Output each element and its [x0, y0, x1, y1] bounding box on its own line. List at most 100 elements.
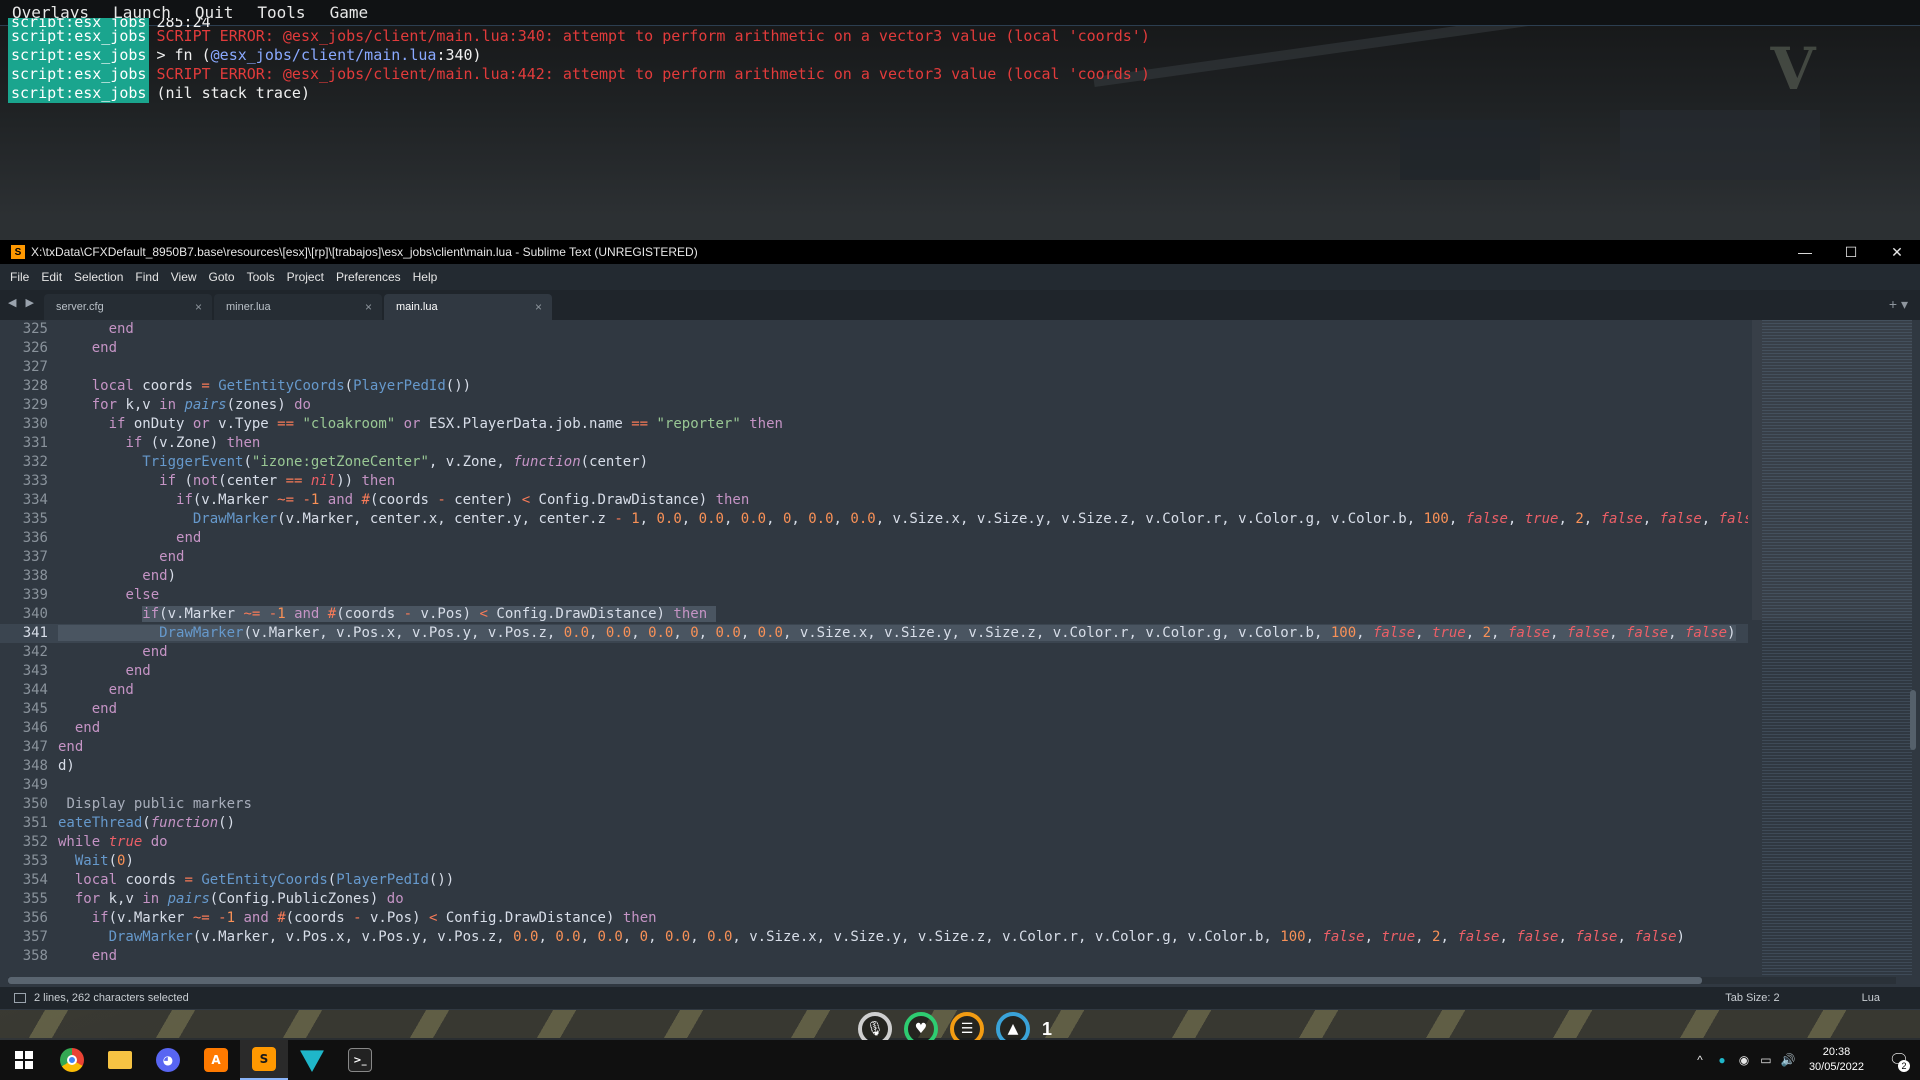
taskbar-file-explorer[interactable]: [96, 1040, 144, 1080]
menu-selection[interactable]: Selection: [68, 270, 129, 284]
window-title: X:\txData\CFXDefault_8950B7.base\resourc…: [31, 245, 698, 259]
console-tag: script:esx_jobs: [8, 46, 150, 65]
sublime-window: S X:\txData\CFXDefault_8950B7.base\resou…: [0, 240, 1920, 1010]
volume-icon[interactable]: 🔊: [1777, 1053, 1799, 1067]
code-line: end: [176, 530, 202, 546]
menu-edit[interactable]: Edit: [35, 270, 68, 284]
code-editor[interactable]: 325 326 327 328 329 330 331 332 333 334 335 336 337 3…: [0, 320, 1920, 977]
line-number: 344: [22, 682, 48, 698]
taskbar-chrome[interactable]: [48, 1040, 96, 1080]
console-line: script:esx_jobs (nil stack trace): [8, 84, 1708, 103]
taskbar-vpn[interactable]: [288, 1040, 336, 1080]
code-line: DrawMarker(v.Marker, center.x, center.y,…: [192, 511, 1748, 527]
tab-label: miner.lua: [226, 301, 271, 313]
console-trace-suffix: :340): [436, 46, 482, 64]
menu-goto[interactable]: Goto: [203, 270, 241, 284]
line-number: 353: [22, 853, 48, 869]
code-line: d): [58, 758, 75, 774]
panel-toggle-icon[interactable]: [14, 993, 26, 1003]
tab-label: server.cfg: [56, 301, 104, 313]
taskbar-avast[interactable]: A: [192, 1040, 240, 1080]
line-number: 357: [22, 929, 48, 945]
code-line: local coords = GetEntityCoords(PlayerPed…: [91, 378, 472, 394]
console-tag: script:esx_jobs: [8, 84, 150, 103]
code-line: if (not(center == nil)) then: [159, 473, 396, 489]
tab-miner-lua[interactable]: miner.lua ×: [214, 294, 382, 320]
tab-close-icon[interactable]: ×: [365, 300, 372, 314]
horizontal-scrollbar[interactable]: [8, 977, 1702, 984]
code-line: if onDuty or v.Type == "cloakroom" or ES…: [108, 416, 783, 432]
menu-find[interactable]: Find: [129, 270, 164, 284]
taskbar-discord[interactable]: ◕: [144, 1040, 192, 1080]
console-text: 285:24: [156, 18, 211, 27]
console-line: script:esx_jobs > fn (@esx_jobs/client/m…: [8, 46, 1708, 65]
minimap[interactable]: [1762, 320, 1912, 977]
steam-icon[interactable]: ◉: [1733, 1053, 1755, 1067]
console-tag: script:esx_jobs: [8, 18, 150, 27]
line-number: 350: [22, 796, 48, 812]
menu-file[interactable]: File: [4, 270, 35, 284]
tab-close-icon[interactable]: ×: [535, 300, 542, 314]
line-number: 351: [22, 815, 48, 831]
code-line: for k,v in pairs(Config.PublicZones) do: [74, 891, 404, 907]
console-line: script:esx_jobs 285:24: [8, 18, 1708, 27]
code-line: end: [91, 701, 118, 717]
new-tab-icon[interactable]: + ▾: [1889, 296, 1908, 313]
code-line: if (v.Zone) then: [125, 435, 261, 451]
console-trace-prefix: > fn (: [156, 46, 211, 64]
line-number: 341: [0, 624, 58, 643]
code-line: end): [142, 568, 177, 584]
line-number: 334: [22, 492, 48, 508]
console-tag: script:esx_jobs: [8, 65, 150, 84]
vertical-scrollbar[interactable]: [1910, 690, 1916, 750]
taskbar-sublime-text[interactable]: S: [240, 1040, 288, 1080]
line-number: 346: [22, 720, 48, 736]
console-error-text: SCRIPT ERROR: @esx_jobs/client/main.lua:…: [156, 27, 1150, 45]
notification-count: 2: [1898, 1060, 1910, 1072]
taskbar-terminal[interactable]: >_: [336, 1040, 384, 1080]
menu-tools[interactable]: Tools: [241, 270, 281, 284]
discord-icon: ◕: [156, 1048, 180, 1072]
console-tag: script:esx_jobs: [8, 27, 150, 46]
terminal-icon: >_: [348, 1048, 372, 1072]
code-area[interactable]: end end local coords = GetEntityCoords(P…: [58, 320, 1748, 977]
minimize-button[interactable]: —: [1782, 244, 1828, 260]
menu-view[interactable]: View: [165, 270, 203, 284]
chevron-up-icon[interactable]: ^: [1689, 1053, 1711, 1067]
menu-project[interactable]: Project: [281, 270, 330, 284]
tab-main-lua[interactable]: main.lua ×: [384, 294, 552, 320]
close-button[interactable]: ✕: [1874, 244, 1920, 261]
line-number: 331: [22, 435, 48, 451]
line-number: 339: [22, 587, 48, 603]
line-number: 338: [22, 568, 48, 584]
vpn-tray-icon[interactable]: ●: [1711, 1053, 1733, 1067]
console-text: (nil stack trace): [156, 84, 310, 102]
hud-counter: 1: [1042, 1018, 1053, 1039]
line-number: 337: [22, 549, 48, 565]
network-icon[interactable]: ▭: [1755, 1053, 1777, 1067]
line-number: 355: [22, 891, 48, 907]
console-trace-link[interactable]: @esx_jobs/client/main.lua: [211, 46, 437, 65]
maximize-button[interactable]: ☐: [1828, 244, 1874, 261]
tab-close-icon[interactable]: ×: [195, 300, 202, 314]
tab-nav-arrows[interactable]: ◀ ▶: [8, 296, 37, 309]
menu-preferences[interactable]: Preferences: [330, 270, 407, 284]
code-line-current: DrawMarker(v.Marker, v.Pos.x, v.Pos.y, v…: [58, 624, 1748, 643]
line-number: 356: [22, 910, 48, 926]
line-number: 349: [22, 777, 48, 793]
line-number: 348: [22, 758, 48, 774]
syntax-indicator[interactable]: Lua: [1862, 992, 1880, 1004]
clock[interactable]: 20:38 30/05/2022: [1809, 1045, 1864, 1075]
line-number: 352: [22, 834, 48, 850]
tab-server-cfg[interactable]: server.cfg ×: [44, 294, 212, 320]
menu-help[interactable]: Help: [407, 270, 444, 284]
start-button[interactable]: [0, 1040, 48, 1080]
notification-center-button[interactable]: 🗨 2: [1878, 1040, 1920, 1080]
code-line: for k,v in pairs(zones) do: [91, 397, 311, 413]
console-line: script:esx_jobs SCRIPT ERROR: @esx_jobs/…: [8, 27, 1708, 46]
tab-size-indicator[interactable]: Tab Size: 2: [1725, 992, 1779, 1004]
menu-bar: File Edit Selection Find View Goto Tools…: [0, 264, 1920, 290]
folder-icon: [108, 1051, 132, 1069]
